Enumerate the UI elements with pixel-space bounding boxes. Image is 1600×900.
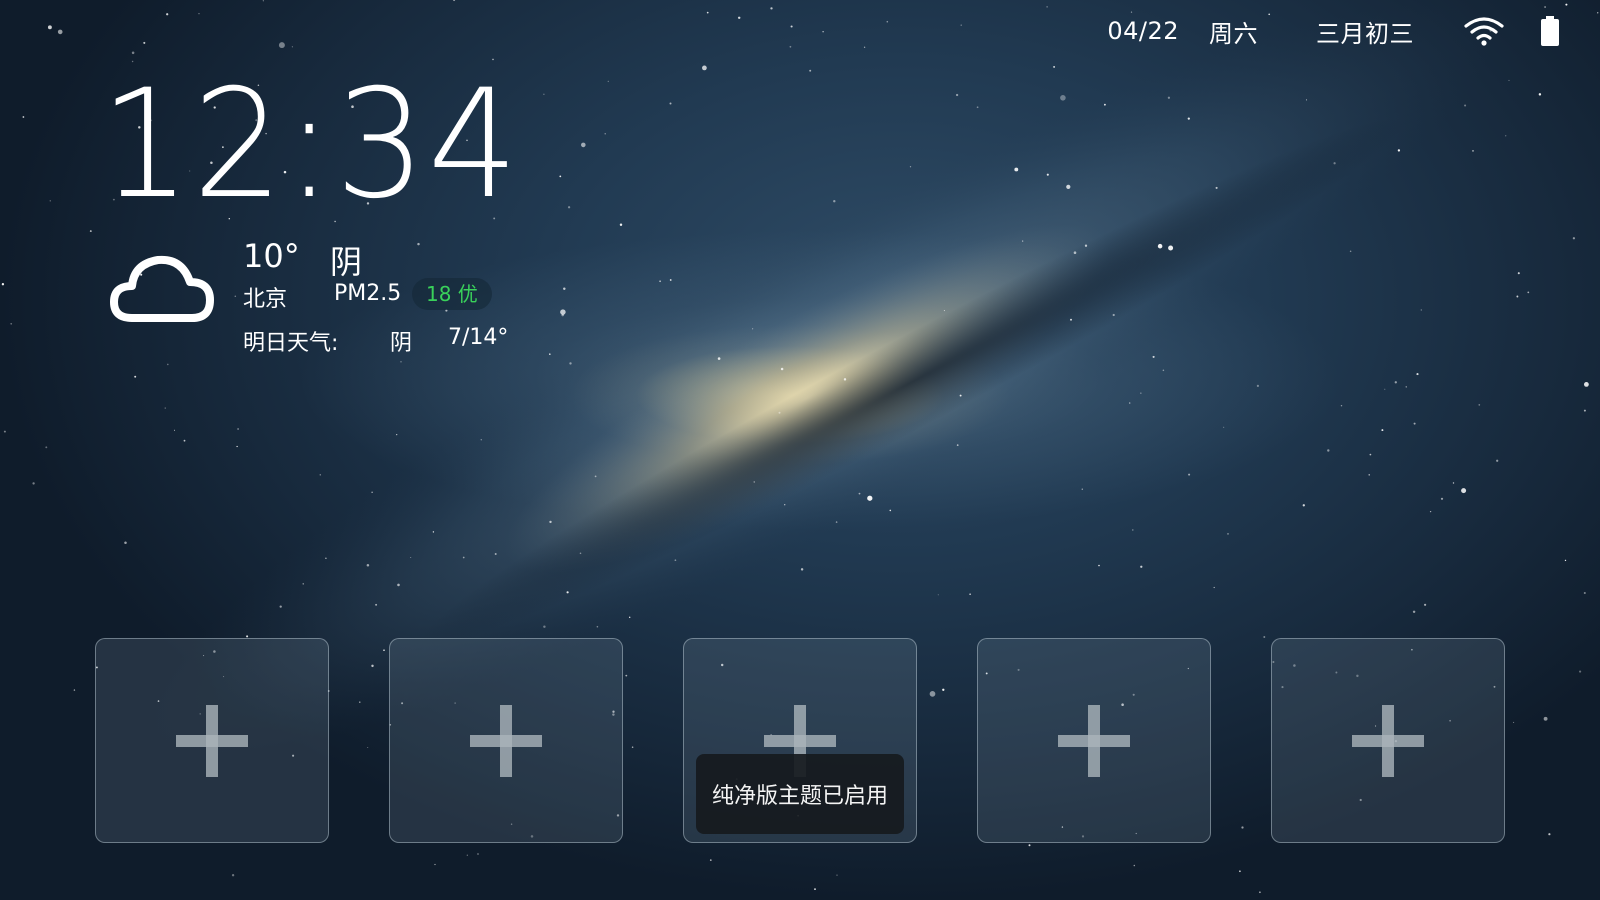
weather-condition: 阴 — [330, 243, 363, 281]
clock-time: 12:34 — [100, 58, 521, 232]
plus-icon — [470, 704, 542, 777]
tomorrow-weather-condition: 阴 — [390, 331, 413, 356]
tomorrow-weather-label: 明日天气: — [243, 331, 339, 356]
add-app-slot-2[interactable] — [389, 638, 623, 843]
aqi-badge: 18 优 — [412, 278, 492, 310]
pm25-label: PM2.5 — [334, 281, 402, 306]
add-app-slot-5[interactable] — [1271, 638, 1505, 843]
status-date: 04/22 — [1107, 17, 1179, 45]
status-lunar-date: 三月初三 — [1316, 19, 1414, 48]
plus-icon — [1352, 704, 1424, 777]
toast-message: 纯净版主题已启用 — [696, 754, 904, 834]
status-weekday: 周六 — [1209, 19, 1258, 48]
plus-icon — [176, 704, 248, 777]
add-app-slot-1[interactable] — [95, 638, 329, 843]
plus-icon — [1058, 704, 1130, 777]
battery-icon — [1540, 16, 1560, 46]
weather-temperature: 10° — [243, 237, 300, 275]
wifi-icon — [1464, 16, 1504, 46]
add-app-slot-4[interactable] — [977, 638, 1211, 843]
cloud-icon — [110, 248, 215, 328]
status-bar: 04/22 周六 三月初三 — [1107, 14, 1560, 48]
weather-city: 北京 — [243, 287, 288, 312]
tomorrow-temperature-range: 7/14° — [448, 325, 509, 350]
